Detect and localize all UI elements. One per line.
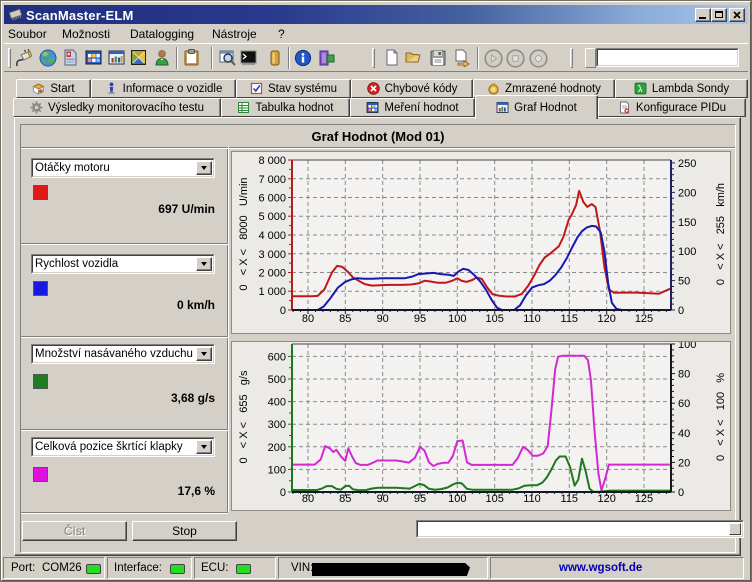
svg-text:50: 50 — [678, 276, 690, 288]
svg-text:400: 400 — [268, 397, 286, 409]
svg-text:100: 100 — [678, 342, 696, 351]
svg-text:4 000: 4 000 — [258, 230, 286, 242]
svg-text:100: 100 — [678, 246, 696, 258]
svg-text:150: 150 — [678, 217, 696, 229]
svg-text:90: 90 — [377, 493, 389, 505]
svg-text:3 000: 3 000 — [258, 249, 286, 261]
svg-text:100: 100 — [268, 464, 286, 476]
svg-text:80: 80 — [678, 369, 690, 381]
svg-text:300: 300 — [268, 419, 286, 431]
svg-text:40: 40 — [678, 428, 690, 440]
svg-text:100: 100 — [448, 493, 466, 505]
svg-text:105: 105 — [486, 493, 504, 505]
svg-text:600: 600 — [268, 351, 286, 363]
svg-text:1 000: 1 000 — [258, 286, 286, 298]
svg-text:0: 0 — [678, 305, 684, 317]
svg-text:120: 120 — [598, 493, 616, 505]
svg-text:110: 110 — [523, 313, 541, 325]
svg-text:85: 85 — [339, 313, 351, 325]
svg-text:0: 0 — [678, 487, 684, 499]
svg-text:0: 0 — [280, 487, 286, 499]
svg-text:0: 0 — [280, 305, 286, 317]
svg-text:90: 90 — [377, 313, 389, 325]
svg-text:115: 115 — [561, 313, 579, 325]
svg-text:125: 125 — [635, 313, 653, 325]
svg-text:250: 250 — [678, 158, 696, 170]
svg-text:2 000: 2 000 — [258, 268, 286, 280]
svg-text:110: 110 — [523, 493, 541, 505]
svg-text:20: 20 — [678, 457, 690, 469]
svg-text:60: 60 — [678, 398, 690, 410]
svg-text:105: 105 — [486, 313, 504, 325]
svg-text:7 000: 7 000 — [258, 174, 286, 186]
svg-text:95: 95 — [414, 313, 426, 325]
svg-text:80: 80 — [302, 313, 314, 325]
svg-text:500: 500 — [268, 374, 286, 386]
svg-text:85: 85 — [339, 493, 351, 505]
svg-text:200: 200 — [268, 442, 286, 454]
svg-text:8 000: 8 000 — [258, 155, 286, 167]
svg-text:200: 200 — [678, 187, 696, 199]
svg-text:115: 115 — [561, 493, 579, 505]
svg-text:100: 100 — [448, 313, 466, 325]
svg-text:95: 95 — [414, 493, 426, 505]
svg-text:5 000: 5 000 — [258, 211, 286, 223]
svg-text:125: 125 — [635, 493, 653, 505]
svg-text:6 000: 6 000 — [258, 193, 286, 205]
svg-text:120: 120 — [598, 313, 616, 325]
svg-text:80: 80 — [302, 493, 314, 505]
